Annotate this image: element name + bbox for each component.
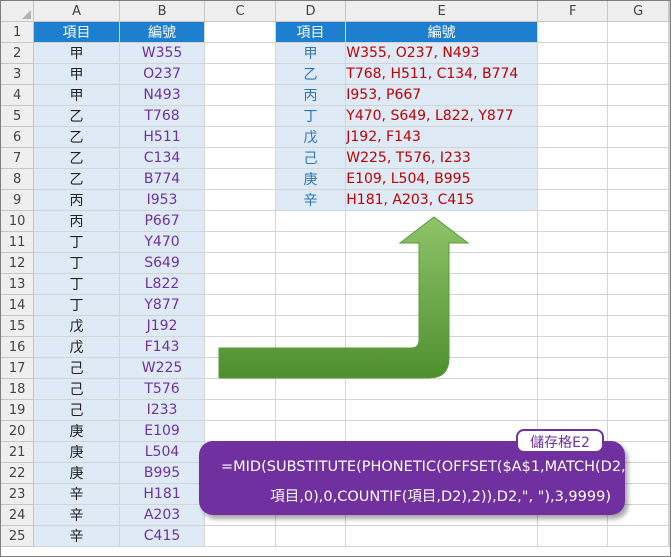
formula-line-1: =MID(SUBSTITUTE(PHONETIC(OFFSET($A$1,MAT… (221, 459, 626, 475)
cell-reference-label: 儲存格E2 (516, 429, 604, 453)
spreadsheet-window: A B C D E F G 1 項目 編號 項目 編號 2 甲 W355 甲 W355, O237, N493 3… (0, 0, 671, 557)
formula-line-2: 項目,0),0,COUNTIF(項目,D2),2)),D2,", "),3,99… (270, 489, 611, 505)
